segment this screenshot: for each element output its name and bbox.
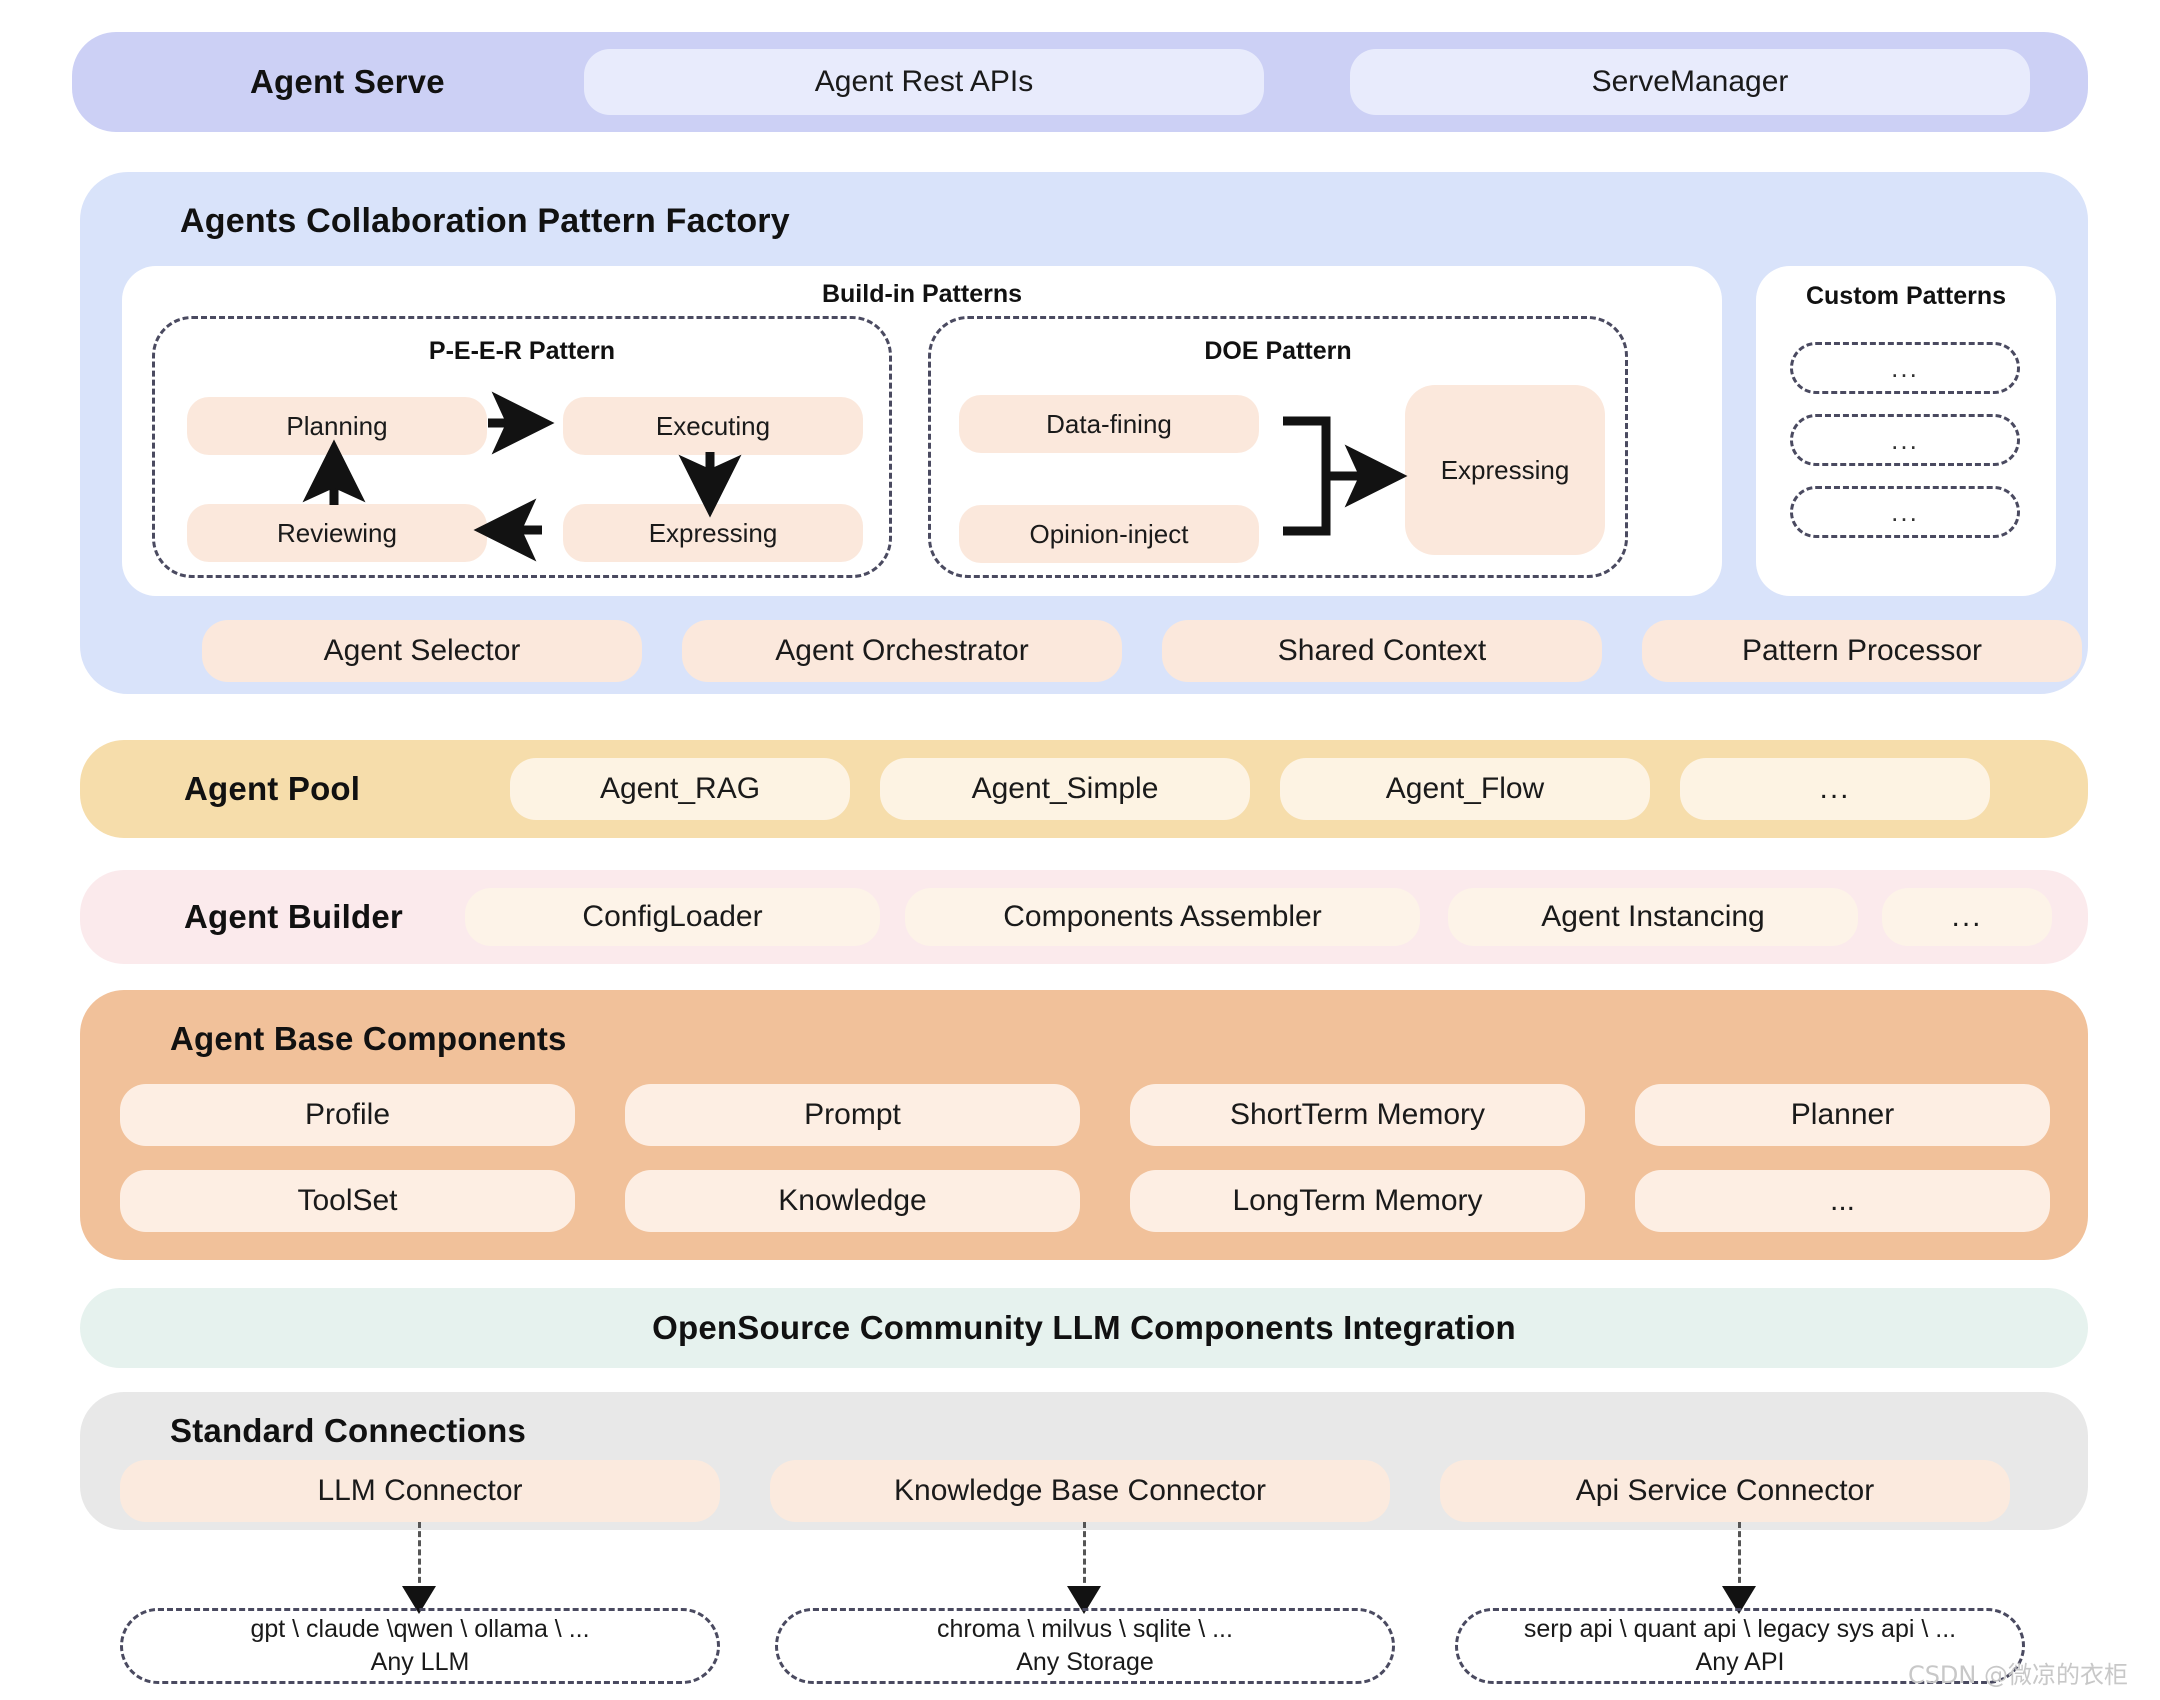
any-storage-list: chroma \ milvus \ sqlite \ ... [937,1615,1233,1643]
api-connector-dashed-line [1738,1522,1741,1592]
toolset-pill[interactable]: ToolSet [120,1170,575,1232]
shared-context-pill[interactable]: Shared Context [1162,620,1602,682]
agent-builder-more-pill[interactable]: ... [1882,888,2052,946]
agent-builder-title: Agent Builder [184,898,403,935]
opensource-integration-title: OpenSource Community LLM Components Inte… [652,1309,1516,1346]
peer-node-planning[interactable]: Planning [187,397,487,455]
peer-node-executing[interactable]: Executing [563,397,863,455]
any-api-label: Any API [1695,1648,1785,1676]
agent-serve-title: Agent Serve [250,63,445,100]
knowledge-base-connector-pill[interactable]: Knowledge Base Connector [770,1460,1390,1522]
knowledge-connector-dashed-line [1083,1522,1086,1592]
any-storage-label: Any Storage [1016,1648,1154,1676]
shortterm-memory-pill[interactable]: ShortTerm Memory [1130,1084,1585,1146]
agent-rag-pill[interactable]: Agent_RAG [510,758,850,820]
doe-node-data-fining[interactable]: Data-fining [959,395,1259,453]
doe-node-expressing[interactable]: Expressing [1405,385,1605,555]
agent-rest-apis-pill[interactable]: Agent Rest APIs [584,49,1264,115]
factory-title: Agents Collaboration Pattern Factory [180,202,790,240]
config-loader-pill[interactable]: ConfigLoader [465,888,880,946]
any-storage-box: chroma \ milvus \ sqlite \ ... Any Stora… [775,1608,1395,1684]
any-api-list: serp api \ quant api \ legacy sys api \ … [1523,1615,1957,1643]
doe-node-opinion-inject[interactable]: Opinion-inject [959,505,1259,563]
watermark: CSDN @微凉的衣柜 [1907,1661,2128,1689]
prompt-pill[interactable]: Prompt [625,1084,1080,1146]
pattern-processor-pill[interactable]: Pattern Processor [1642,620,2082,682]
llm-connector-dashed-line [418,1522,421,1592]
agent-pool-title: Agent Pool [184,770,361,807]
any-llm-box: gpt \ claude \qwen \ ollama \ ... Any LL… [120,1608,720,1684]
custom-patterns-title: Custom Patterns [1805,282,2007,310]
factory-tools-row: Agent Selector Agent Orchestrator Shared… [122,620,2082,682]
agent-selector-pill[interactable]: Agent Selector [202,620,642,682]
peer-pattern-box: P-E-E-R Pattern Planning Executing Revie… [152,316,892,578]
peer-pattern-title: P-E-E-R Pattern [428,337,616,365]
agent-base-components-title: Agent Base Components [170,1020,567,1057]
opensource-integration-band: OpenSource Community LLM Components Inte… [80,1288,2088,1368]
custom-pattern-slot[interactable]: ... [1790,342,2020,394]
doe-pattern-box: DOE Pattern Data-fining Opinion-inject E… [928,316,1628,578]
peer-node-expressing[interactable]: Expressing [563,504,863,562]
api-service-connector-pill[interactable]: Api Service Connector [1440,1460,2010,1522]
agent-flow-pill[interactable]: Agent_Flow [1280,758,1650,820]
agent-base-components-band: Agent Base Components Profile Prompt Sho… [80,990,2088,1260]
custom-pattern-slot[interactable]: ... [1790,414,2020,466]
longterm-memory-pill[interactable]: LongTerm Memory [1130,1170,1585,1232]
planner-pill[interactable]: Planner [1635,1084,2050,1146]
serve-manager-pill[interactable]: ServeManager [1350,49,2030,115]
any-llm-label: Any LLM [370,1648,470,1676]
architecture-diagram: Agent Serve Agent Rest APIs ServeManager… [0,0,2160,1700]
base-components-more-pill[interactable]: ... [1635,1170,2050,1232]
buildin-patterns-card: Build-in Patterns P-E-E-R Pattern Planni… [122,266,1722,596]
agent-pool-band: Agent Pool Agent_RAG Agent_Simple Agent_… [80,740,2088,838]
custom-pattern-slot[interactable]: ... [1790,486,2020,538]
knowledge-pill[interactable]: Knowledge [625,1170,1080,1232]
custom-patterns-card: Custom Patterns ... ... ... [1756,266,2056,596]
agent-orchestrator-pill[interactable]: Agent Orchestrator [682,620,1122,682]
llm-connector-pill[interactable]: LLM Connector [120,1460,720,1522]
agent-builder-band: Agent Builder ConfigLoader Components As… [80,870,2088,964]
agent-more-pill[interactable]: ... [1680,758,1990,820]
components-assembler-pill[interactable]: Components Assembler [905,888,1420,946]
agent-serve-band: Agent Serve Agent Rest APIs ServeManager [72,32,2088,132]
doe-pattern-title: DOE Pattern [1204,337,1352,365]
collaboration-pattern-factory-band: Agents Collaboration Pattern Factory Bui… [80,172,2088,694]
any-llm-list: gpt \ claude \qwen \ ollama \ ... [250,1615,590,1643]
standard-connections-title: Standard Connections [170,1412,527,1449]
buildin-patterns-title: Build-in Patterns [821,280,1022,308]
standard-connections-band: Standard Connections LLM Connector Knowl… [80,1392,2088,1530]
profile-pill[interactable]: Profile [120,1084,575,1146]
agent-simple-pill[interactable]: Agent_Simple [880,758,1250,820]
peer-node-reviewing[interactable]: Reviewing [187,504,487,562]
agent-instancing-pill[interactable]: Agent Instancing [1448,888,1858,946]
